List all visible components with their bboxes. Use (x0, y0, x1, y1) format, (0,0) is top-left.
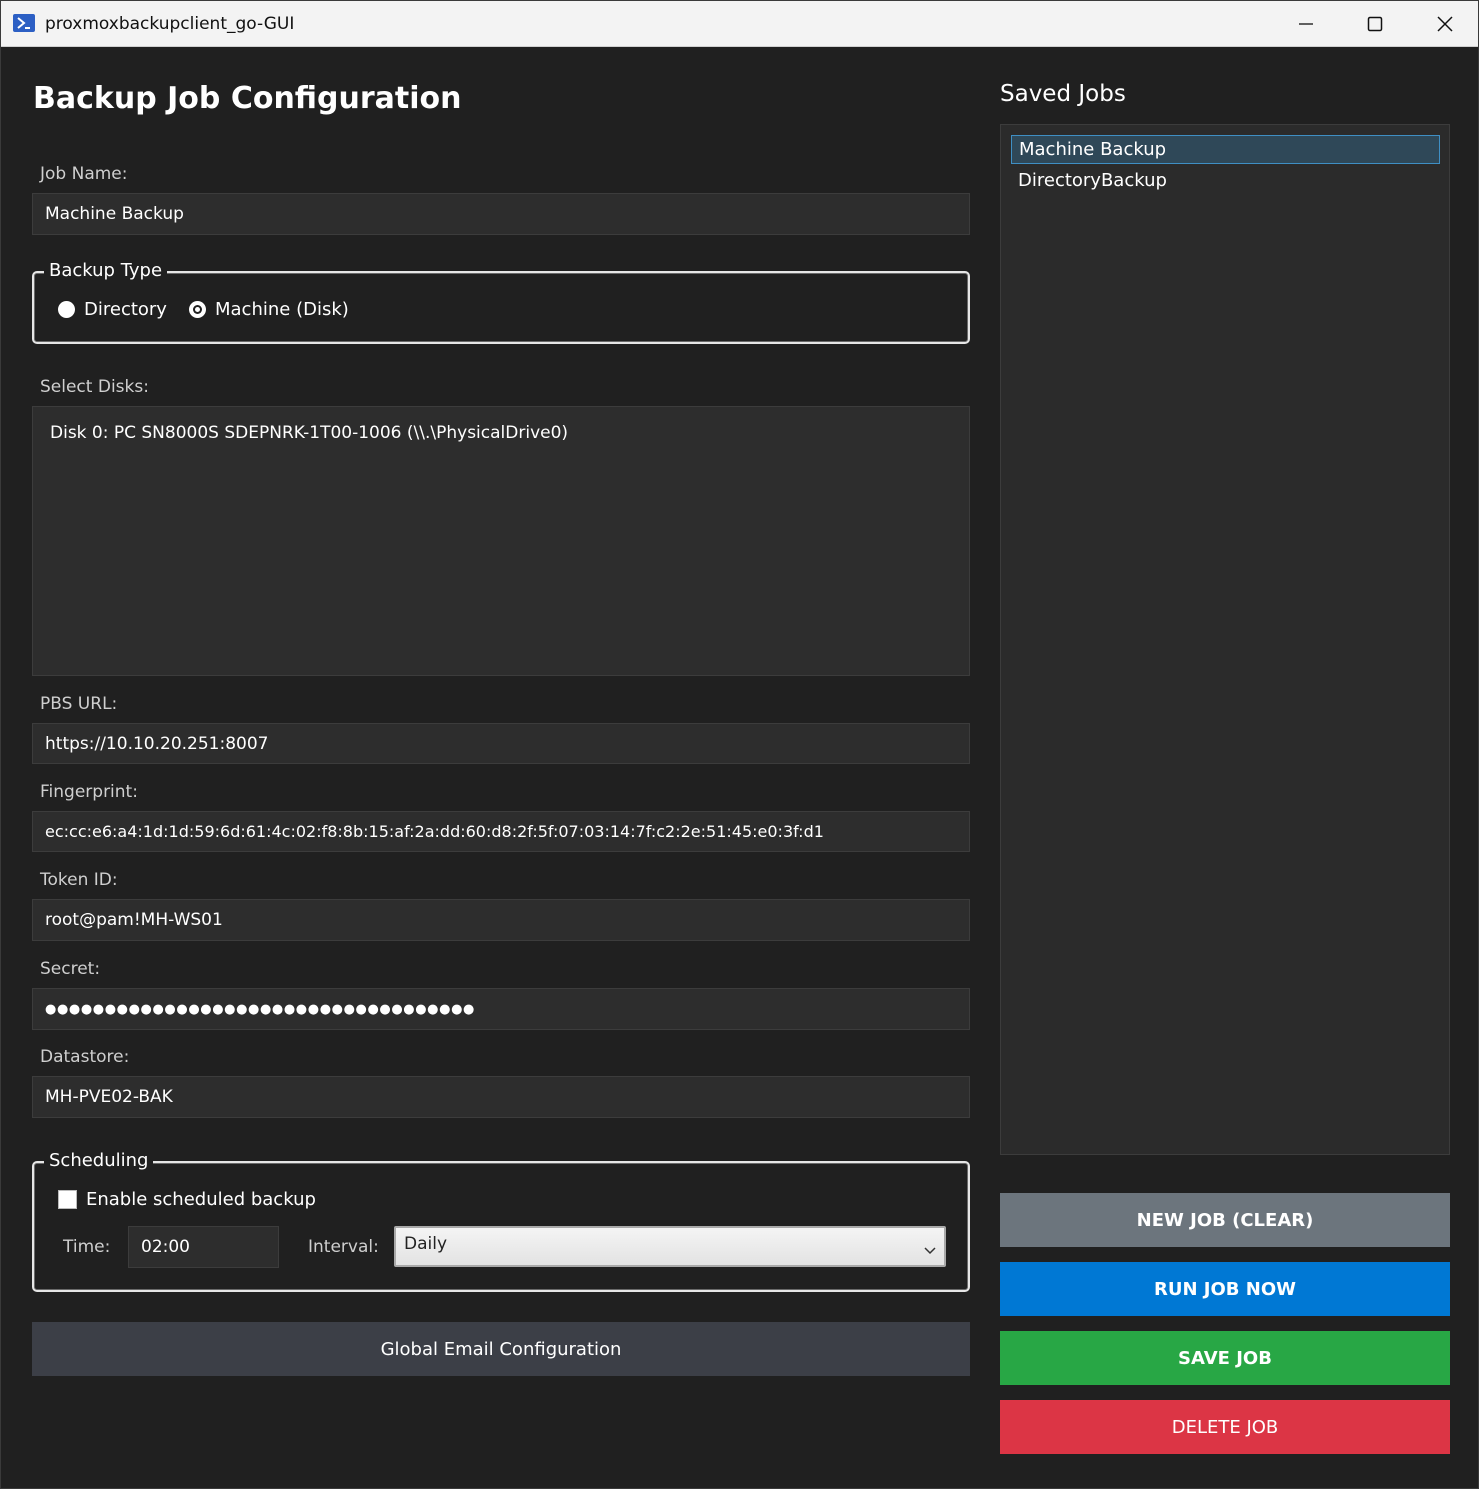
backup-type-legend: Backup Type (44, 260, 168, 281)
enable-schedule-checkbox[interactable]: Enable scheduled backup (58, 1189, 316, 1210)
global-email-config-button[interactable]: Global Email Configuration (32, 1322, 970, 1376)
secret-input[interactable]: ●●●●●●●●●●●●●●●●●●●●●●●●●●●●●●●●●●●● (32, 988, 970, 1030)
title-bar: proxmoxbackupclient_go-GUI (1, 1, 1478, 47)
new-job-button[interactable]: NEW JOB (CLEAR) (1000, 1193, 1450, 1247)
job-name-input[interactable]: Machine Backup (32, 193, 970, 235)
interval-label: Interval: (308, 1237, 379, 1257)
radio-directory-indicator[interactable] (58, 301, 75, 318)
save-job-button[interactable]: SAVE JOB (1000, 1331, 1450, 1385)
radio-machine-label: Machine (Disk) (215, 299, 349, 320)
powershell-icon (13, 14, 35, 32)
app-window: proxmoxbackupclient_go-GUI Backup Job Co… (0, 0, 1479, 1489)
chevron-down-icon (924, 1240, 936, 1260)
time-input[interactable]: 02:00 (128, 1226, 279, 1268)
pbs-url-input[interactable]: https://10.10.20.251:8007 (32, 723, 970, 764)
saved-jobs-title: Saved Jobs (1000, 81, 1126, 107)
scheduling-legend: Scheduling (44, 1150, 154, 1171)
datastore-input[interactable]: MH-PVE02-BAK (32, 1076, 970, 1118)
radio-machine-indicator[interactable] (189, 301, 206, 318)
backup-type-group: Backup Type Directory Machine (Disk) (32, 260, 970, 344)
datastore-label: Datastore: (40, 1047, 130, 1067)
run-job-button[interactable]: RUN JOB NOW (1000, 1262, 1450, 1316)
close-icon[interactable] (1410, 1, 1479, 47)
minimize-icon[interactable] (1271, 1, 1341, 47)
pbs-url-label: PBS URL: (40, 694, 118, 714)
token-id-label: Token ID: (40, 870, 118, 890)
checkbox-box[interactable] (58, 1190, 77, 1209)
radio-machine-disk[interactable]: Machine (Disk) (189, 299, 349, 320)
fingerprint-input[interactable]: ec:cc:e6:a4:1d:1d:59:6d:61:4c:02:f8:8b:1… (32, 811, 970, 852)
select-disks-label: Select Disks: (40, 377, 149, 397)
radio-directory-label: Directory (84, 299, 167, 320)
saved-jobs-list[interactable]: Machine Backup DirectoryBackup (1000, 124, 1450, 1155)
disk-list[interactable]: Disk 0: PC SN8000S SDEPNRK-1T00-1006 (\\… (32, 406, 970, 676)
maximize-icon[interactable] (1340, 1, 1410, 47)
disk-list-item[interactable]: Disk 0: PC SN8000S SDEPNRK-1T00-1006 (\\… (50, 423, 568, 443)
secret-label: Secret: (40, 959, 101, 979)
delete-job-button[interactable]: DELETE JOB (1000, 1400, 1450, 1454)
fingerprint-label: Fingerprint: (40, 782, 138, 802)
window-title: proxmoxbackupclient_go-GUI (45, 14, 295, 34)
saved-job-item[interactable]: Machine Backup (1011, 135, 1440, 164)
token-id-input[interactable]: root@pam!MH-WS01 (32, 899, 970, 941)
saved-job-item[interactable]: DirectoryBackup (1011, 166, 1440, 195)
time-label: Time: (63, 1237, 111, 1257)
enable-schedule-label: Enable scheduled backup (86, 1189, 316, 1210)
interval-select[interactable]: Daily (394, 1226, 946, 1267)
radio-directory[interactable]: Directory (58, 299, 167, 320)
interval-select-value: Daily (404, 1234, 448, 1254)
page-title: Backup Job Configuration (33, 81, 462, 116)
job-name-label: Job Name: (40, 164, 128, 184)
